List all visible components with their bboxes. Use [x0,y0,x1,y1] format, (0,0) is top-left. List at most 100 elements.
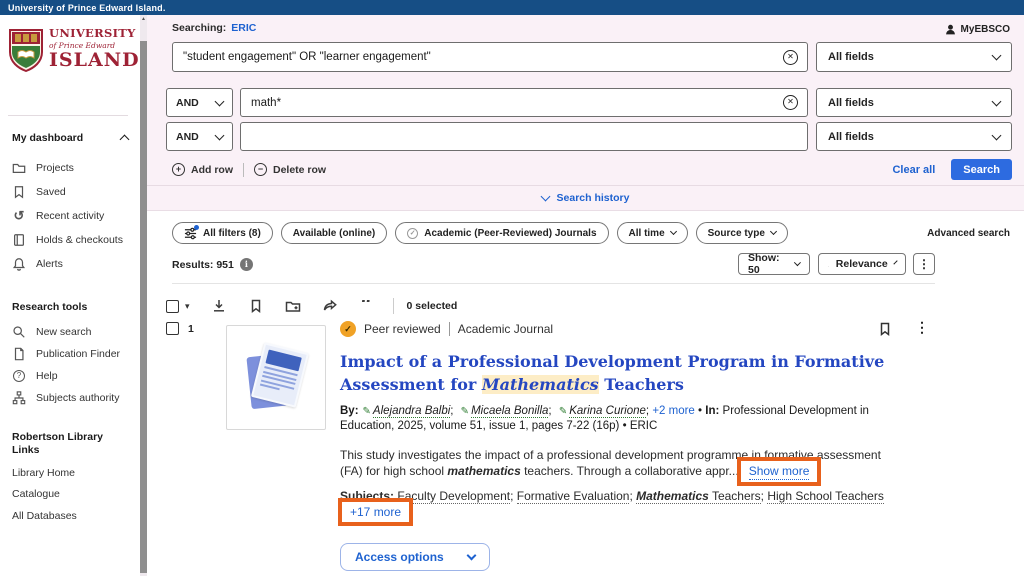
delete-row-button[interactable]: − Delete row [254,163,326,176]
library-links-header: Robertson Library Links [12,431,128,457]
title-highlight: Mathematics [482,375,599,394]
sidebar-item-projects[interactable]: Projects [12,161,74,175]
all-filters-button[interactable]: All filters (8) [172,222,273,244]
scrollbar-up-arrow-icon[interactable]: ▲ [140,16,147,22]
result-badges: ✓ Peer reviewed Academic Journal [340,320,932,337]
sidebar-item-recent-activity[interactable]: ↺ Recent activity [12,209,104,223]
operator-select-2[interactable]: AND [166,88,233,117]
database-tag: ERIC [630,420,657,432]
sidebar-item-saved[interactable]: Saved [12,185,66,199]
upei-crest-icon [8,28,44,77]
more-subjects-link[interactable]: +17 more [350,504,401,520]
clear-input-icon[interactable]: ✕ [783,50,798,65]
field-select-1[interactable]: All fields [816,42,1012,72]
logo-line-2: of Prince Edward [49,42,140,50]
subject-link[interactable]: Formative Evaluation [517,489,630,504]
download-icon[interactable] [211,298,227,314]
field-select-3[interactable]: All fields [816,122,1012,151]
operator-select-3[interactable]: AND [166,122,233,151]
show-more-link[interactable]: Show more [749,463,810,480]
cite-icon[interactable]: “ [359,298,375,314]
bookmark-icon[interactable] [248,298,264,314]
scrollbar-thumb[interactable] [140,41,147,573]
search-section: Searching:ERIC MyEBSCO ✕ All fields AND [147,15,1024,211]
upei-logo[interactable]: UNIVERSITY of Prince Edward ISLAND [8,28,134,77]
research-tools-header: Research tools [12,301,128,313]
more-authors-link[interactable]: +2 more [652,405,695,417]
filter-icon [184,227,197,240]
delete-row-label: Delete row [273,164,326,176]
subject-link[interactable]: Faculty Development [397,489,510,504]
sidebar-item-holds-checkouts[interactable]: Holds & checkouts [12,233,123,247]
chevron-up-icon [120,135,130,145]
result-byline: By:✎Alejandra Balbi; ✎Micaela Bonilla; ✎… [340,404,924,434]
sidebar-link-catalogue[interactable]: Catalogue [12,488,60,500]
clear-all-link[interactable]: Clear all [892,164,935,176]
searching-label: Searching:ERIC [172,22,256,34]
search-input-2[interactable] [241,89,783,116]
show-per-page-select[interactable]: Show: 50 [738,253,810,275]
sidebar-link-library-home[interactable]: Library Home [12,467,75,479]
sidebar-item-publication-finder[interactable]: Publication Finder [12,347,120,361]
clear-input-icon[interactable]: ✕ [783,95,798,110]
source-type-filter[interactable]: Source type [696,222,788,244]
minus-circle-icon: − [254,163,267,176]
sidebar-item-label: Alerts [36,258,63,270]
myebsco-button[interactable]: MyEBSCO [944,23,1010,36]
sidebar-link-all-databases[interactable]: All Databases [12,510,77,522]
subject-link[interactable]: High School Teachers [767,489,884,504]
search-input-1[interactable] [173,43,783,71]
search-row-3 [240,122,808,151]
sidebar-item-help[interactable]: ? Help [12,369,58,383]
divider [243,163,244,177]
access-options-button[interactable]: Access options [340,543,490,571]
my-dashboard-header[interactable]: My dashboard [12,132,128,144]
select-caret-icon[interactable]: ▾ [185,301,190,312]
info-icon[interactable]: i [240,258,253,271]
filter-bar: All filters (8) Available (online) ✓ Aca… [172,222,788,244]
help-icon: ? [12,369,26,383]
search-button[interactable]: Search [951,159,1012,180]
sidebar-item-new-search[interactable]: New search [12,325,91,339]
field-select-2[interactable]: All fields [816,88,1012,117]
chevron-down-icon [215,130,225,140]
author-link[interactable]: Micaela Bonilla [471,405,548,418]
show-more-annotation-box: Show more [737,457,822,486]
chevron-down-icon [770,228,777,235]
peer-reviewed-filter[interactable]: ✓ Academic (Peer-Reviewed) Journals [395,222,608,244]
search-input-3[interactable] [241,123,807,150]
add-row-button[interactable]: + Add row [172,163,233,176]
results-count: Results: 951 i [172,258,253,271]
result-title-link[interactable]: Impact of a Professional Development Pro… [340,350,918,396]
select-all-checkbox[interactable] [166,300,179,313]
advanced-search-link[interactable]: Advanced search [927,228,1010,239]
result-checkbox[interactable] [166,322,179,335]
sidebar-item-alerts[interactable]: Alerts [12,257,63,271]
share-icon[interactable] [322,298,338,314]
divider [449,322,450,336]
publication-type: Academic Journal [458,322,553,336]
access-options-label: Access options [355,550,444,564]
search-history-toggle[interactable]: Search history [147,192,1024,204]
available-online-filter[interactable]: Available (online) [281,222,387,244]
add-to-project-icon[interactable] [285,298,301,314]
source-type-label: Source type [708,228,765,239]
divider [147,185,1024,186]
more-options-button[interactable]: ⋮ [913,253,935,275]
sidebar-item-label: Recent activity [36,210,104,222]
chevron-down-icon [670,228,677,235]
sidebar-scrollbar[interactable]: ▲ [140,15,147,576]
institution-name: University of Prince Edward Island. [0,3,166,13]
sort-select[interactable]: Relevance [818,253,906,275]
result-thumbnail[interactable] [226,325,326,430]
author-link[interactable]: Alejandra Balbi [373,405,450,418]
subject-link[interactable]: Mathematics Teachers [636,489,761,504]
database-link[interactable]: ERIC [231,22,256,34]
more-subjects-annotation-box: +17 more [338,498,413,526]
all-time-filter[interactable]: All time [617,222,688,244]
sidebar-item-subjects-authority[interactable]: Subjects authority [12,391,119,405]
author-link[interactable]: Karina Curione [569,405,646,418]
bulk-actions-toolbar: ▾ “ 0 selected [166,296,457,316]
folder-icon [12,161,26,175]
bullet: • [698,405,702,417]
